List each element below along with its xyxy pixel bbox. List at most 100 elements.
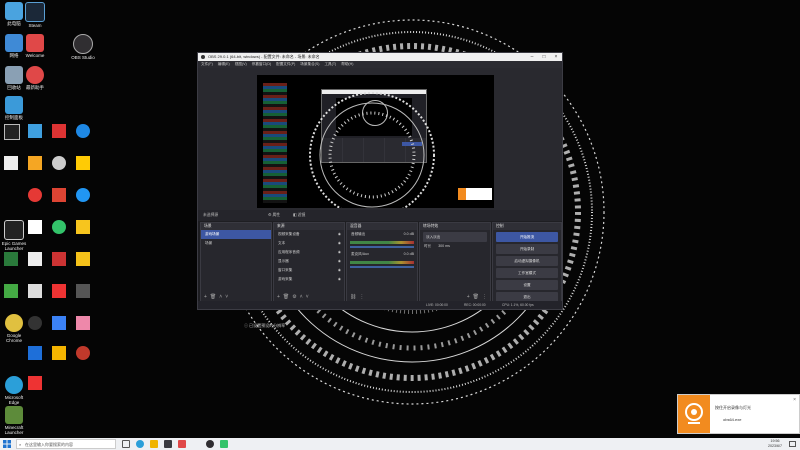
settings-button[interactable]: 设置 bbox=[496, 280, 558, 290]
taskbar-app-icon[interactable] bbox=[136, 440, 144, 448]
add-icon[interactable]: + bbox=[204, 293, 207, 301]
filters-button[interactable]: ◧ 滤镜 bbox=[293, 210, 305, 221]
app-icon[interactable] bbox=[28, 316, 42, 330]
menu-view[interactable]: 视图(V) bbox=[235, 61, 247, 68]
volume-slider[interactable] bbox=[350, 266, 414, 268]
chevron-down-icon[interactable]: ˅ bbox=[306, 293, 309, 301]
eye-icon[interactable]: ◉ bbox=[338, 266, 341, 275]
app-icon[interactable] bbox=[76, 346, 90, 360]
eye-icon[interactable]: ◉ bbox=[338, 275, 341, 284]
source-item[interactable]: 窗口采集 ◉ bbox=[274, 266, 344, 275]
add-icon[interactable]: + bbox=[467, 293, 470, 301]
desktop-icon-obs[interactable]: OBS Studio bbox=[70, 34, 96, 66]
taskbar-obs-icon[interactable] bbox=[206, 440, 214, 448]
studio-mode-button[interactable]: 工作室模式 bbox=[496, 268, 558, 278]
maximize-icon[interactable]: □ bbox=[538, 53, 550, 61]
app-icon[interactable] bbox=[76, 220, 90, 234]
app-icon[interactable] bbox=[28, 124, 42, 138]
scene-item[interactable]: 游戏场景 bbox=[201, 230, 271, 239]
app-icon[interactable] bbox=[52, 252, 66, 266]
taskbar-app-icon[interactable] bbox=[164, 440, 172, 448]
app-icon[interactable] bbox=[28, 220, 42, 234]
menu-docks[interactable]: 停靠窗口(D) bbox=[252, 61, 271, 68]
chevron-up-icon[interactable]: ˄ bbox=[219, 293, 222, 301]
app-icon[interactable] bbox=[52, 188, 66, 202]
trash-icon[interactable]: 🗑 bbox=[473, 293, 479, 301]
obs-window[interactable]: OBS 29.0.1 (64-bit, windows) - 配置文件: 未命名… bbox=[197, 52, 563, 310]
taskbar-search-input[interactable]: ⌕ 在这里输入你要搜索的内容 bbox=[16, 439, 116, 449]
source-item[interactable]: 游戏采集 ◉ bbox=[274, 275, 344, 284]
desktop-icon-welcome[interactable]: Welcome bbox=[22, 34, 48, 64]
virtual-camera-button[interactable]: 启动虚拟摄像机 bbox=[496, 256, 558, 266]
app-icon[interactable] bbox=[28, 252, 42, 266]
app-icon[interactable] bbox=[28, 156, 42, 170]
trash-icon[interactable]: 🗑 bbox=[283, 293, 289, 301]
app-icon[interactable] bbox=[4, 156, 18, 170]
source-item[interactable]: 显示器 ◉ bbox=[274, 257, 344, 266]
transition-select[interactable]: 淡入淡出 bbox=[423, 232, 487, 242]
obs-preview-canvas[interactable] bbox=[257, 75, 494, 208]
app-icon[interactable] bbox=[4, 124, 20, 140]
close-icon[interactable]: × bbox=[793, 397, 796, 403]
app-icon[interactable] bbox=[28, 284, 42, 298]
scene-item[interactable]: 场景 bbox=[201, 239, 271, 248]
source-item[interactable]: 应用程序音频 ◉ bbox=[274, 248, 344, 257]
menu-edit[interactable]: 编辑(E) bbox=[218, 61, 230, 68]
source-item[interactable]: 视频采集设备 ◉ bbox=[274, 230, 344, 239]
windows-start-icon[interactable] bbox=[3, 440, 11, 448]
chevron-down-icon[interactable]: ˅ bbox=[225, 293, 228, 301]
app-icon[interactable] bbox=[76, 188, 90, 202]
app-icon[interactable] bbox=[76, 124, 90, 138]
app-icon[interactable] bbox=[76, 252, 90, 266]
app-icon[interactable] bbox=[76, 284, 90, 298]
desktop-icon-assistant[interactable]: 最新助手 bbox=[22, 66, 48, 96]
eye-icon[interactable]: ◉ bbox=[338, 230, 341, 239]
eye-icon[interactable]: ◉ bbox=[338, 257, 341, 266]
obs-title-bar[interactable]: OBS 29.0.1 (64-bit, windows) - 配置文件: 未命名… bbox=[198, 53, 562, 61]
app-icon[interactable] bbox=[28, 188, 42, 202]
chevron-up-icon[interactable]: ˄ bbox=[300, 293, 303, 301]
menu-scene-collection[interactable]: 场景集合(S) bbox=[300, 61, 319, 68]
link-icon[interactable]: ⛓ bbox=[350, 293, 356, 301]
menu-profile[interactable]: 配置文件(P) bbox=[276, 61, 295, 68]
start-streaming-button[interactable]: 开始推流 bbox=[496, 232, 558, 242]
volume-slider[interactable] bbox=[350, 246, 414, 248]
taskbar-app-icon[interactable] bbox=[178, 440, 186, 448]
minimize-icon[interactable]: – bbox=[526, 53, 538, 61]
obs-menu-bar: 文件(F) 编辑(E) 视图(V) 停靠窗口(D) 配置文件(P) 场景集合(S… bbox=[198, 61, 562, 68]
eye-icon[interactable]: ◉ bbox=[338, 248, 341, 257]
more-icon[interactable]: ⋮ bbox=[482, 293, 487, 301]
start-recording-button[interactable]: 开始录制 bbox=[496, 244, 558, 254]
eye-icon[interactable]: ◉ bbox=[338, 239, 341, 248]
app-icon[interactable] bbox=[52, 284, 66, 298]
app-icon[interactable] bbox=[76, 156, 90, 170]
taskbar-clock[interactable]: 19:56 2023/6/7 bbox=[768, 439, 782, 449]
properties-button[interactable]: ⚙ 属性 bbox=[268, 210, 280, 221]
taskbar-app-icon[interactable] bbox=[220, 440, 228, 448]
task-view-icon[interactable] bbox=[122, 440, 130, 448]
more-icon[interactable]: ⋮ bbox=[359, 293, 364, 301]
close-icon[interactable]: × bbox=[550, 53, 562, 61]
app-icon[interactable] bbox=[28, 376, 42, 390]
app-icon[interactable] bbox=[4, 284, 18, 298]
menu-file[interactable]: 文件(F) bbox=[201, 61, 213, 68]
taskbar-app-icon[interactable] bbox=[150, 440, 158, 448]
app-icon[interactable] bbox=[52, 124, 66, 138]
app-icon[interactable] bbox=[52, 316, 66, 330]
menu-help[interactable]: 帮助(H) bbox=[341, 61, 353, 68]
add-icon[interactable]: + bbox=[277, 293, 280, 301]
app-icon[interactable] bbox=[52, 346, 66, 360]
app-icon[interactable] bbox=[52, 156, 66, 170]
app-icon[interactable] bbox=[28, 346, 42, 360]
menu-tools[interactable]: 工具(T) bbox=[324, 61, 336, 68]
trash-icon[interactable]: 🗑 bbox=[210, 293, 216, 301]
source-item[interactable]: 文本 ◉ bbox=[274, 239, 344, 248]
app-icon[interactable] bbox=[76, 316, 90, 330]
notification-toast[interactable]: 按住开启录像与灯光 obs64.exe × bbox=[677, 394, 800, 434]
app-icon[interactable] bbox=[4, 252, 18, 266]
notification-center-icon[interactable] bbox=[789, 441, 796, 447]
desktop-icon-steam[interactable]: Steam bbox=[22, 2, 48, 34]
gear-icon[interactable]: ⚙ bbox=[292, 293, 296, 301]
app-icon[interactable] bbox=[52, 220, 66, 234]
duration-input[interactable]: 300 ms bbox=[438, 244, 450, 248]
